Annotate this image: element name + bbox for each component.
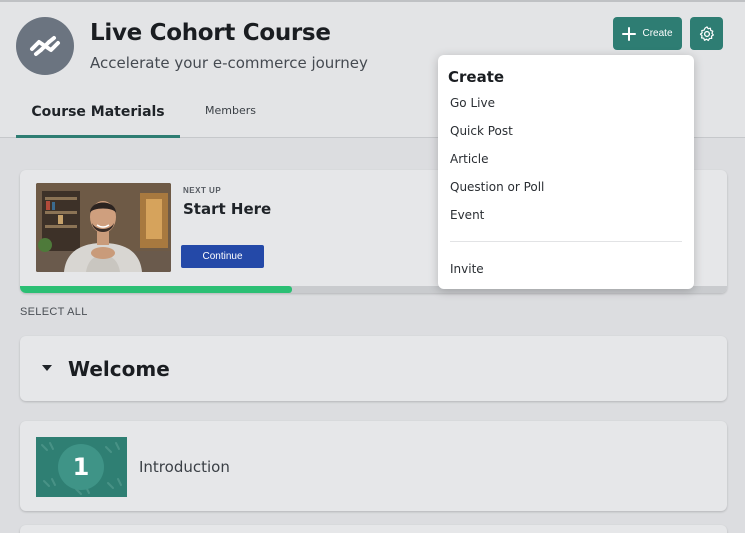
course-progress-fill	[20, 286, 293, 293]
menu-item-event[interactable]: Event	[450, 208, 484, 222]
lesson-number-badge: 1	[58, 444, 104, 490]
select-all-button[interactable]: SELECT ALL	[20, 306, 88, 318]
caret-down-icon[interactable]	[42, 365, 52, 371]
continue-button[interactable]: Continue	[181, 245, 264, 268]
page-title: Live Cohort Course	[90, 20, 331, 46]
create-button-label: Create	[642, 28, 673, 39]
menu-item-invite[interactable]: Invite	[450, 262, 484, 276]
menu-item-question-or-poll[interactable]: Question or Poll	[450, 180, 544, 194]
lesson-row-introduction[interactable]: 1 Introduction	[20, 421, 727, 511]
tab-course-materials[interactable]: Course Materials	[16, 104, 180, 138]
gear-icon	[699, 25, 714, 41]
section-title: Welcome	[68, 357, 170, 381]
tab-members[interactable]: Members	[205, 104, 256, 117]
course-logo	[16, 17, 74, 75]
lesson-thumbnail-image[interactable]	[36, 183, 171, 272]
lesson-row-partial[interactable]	[20, 525, 727, 533]
menu-item-go-live[interactable]: Go Live	[450, 96, 495, 110]
menu-item-quick-post[interactable]: Quick Post	[450, 124, 513, 138]
create-button[interactable]: Create	[613, 17, 682, 50]
next-lesson-title[interactable]: Start Here	[183, 200, 271, 218]
next-up-label: NEXT UP	[183, 186, 222, 195]
create-menu-heading: Create	[448, 68, 505, 86]
menu-divider	[450, 241, 682, 242]
menu-item-article[interactable]: Article	[450, 152, 489, 166]
page-subtitle: Accelerate your e-commerce journey	[90, 54, 368, 72]
lesson-thumbnail[interactable]: 1	[36, 437, 127, 497]
section-header-welcome[interactable]: Welcome	[20, 336, 727, 401]
handshake-icon	[30, 36, 60, 56]
lesson-title[interactable]: Introduction	[139, 458, 230, 476]
settings-button[interactable]	[690, 17, 723, 50]
create-dropdown-menu: Create Go Live Quick Post Article Questi…	[438, 55, 694, 289]
plus-icon	[622, 26, 637, 41]
